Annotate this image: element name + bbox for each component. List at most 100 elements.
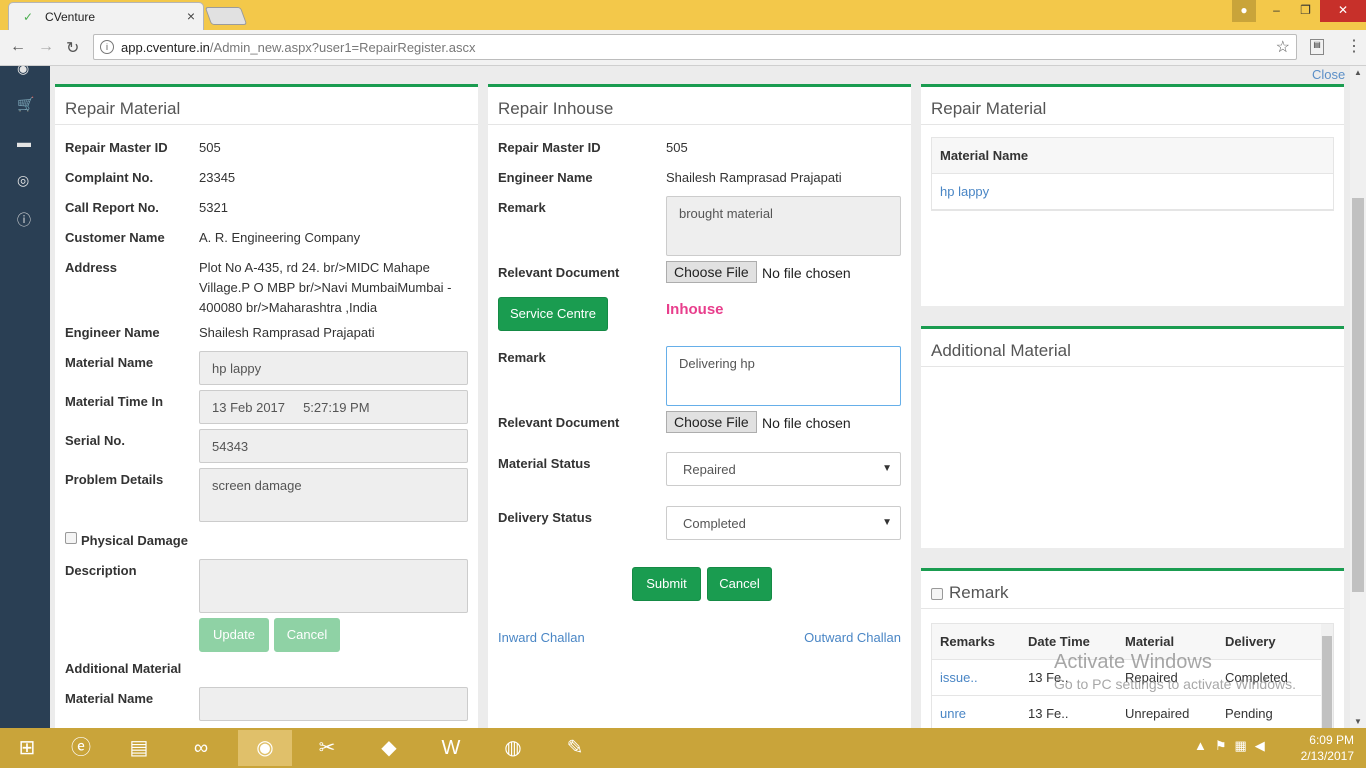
problem-details-label: Problem Details bbox=[65, 472, 164, 487]
customer-name-label: Customer Name bbox=[65, 230, 165, 245]
clock[interactable]: 6:09 PM 2/13/2017 bbox=[1301, 732, 1354, 764]
choose-file-button[interactable]: Choose File bbox=[666, 261, 757, 283]
chrome-icon[interactable]: ◉ bbox=[238, 730, 292, 766]
tab-close-icon[interactable]: × bbox=[187, 8, 195, 24]
windows-start-icon[interactable]: ⊞ bbox=[0, 730, 54, 766]
firefox-icon[interactable]: ◍ bbox=[486, 730, 540, 766]
serial-no-field[interactable]: 54343 bbox=[199, 429, 468, 463]
sidebar-cart-icon[interactable]: 🛒 bbox=[17, 96, 34, 113]
engineer-name-value: Shailesh Ramprasad Prajapati bbox=[199, 325, 375, 340]
physical-damage-checkbox[interactable] bbox=[65, 532, 77, 544]
problem-details-field[interactable]: screen damage bbox=[199, 468, 468, 522]
choose-file2-button[interactable]: Choose File bbox=[666, 411, 757, 433]
description-label: Description bbox=[65, 563, 137, 578]
inward-challan-link[interactable]: Inward Challan bbox=[498, 630, 585, 645]
physical-damage-label: Physical Damage bbox=[81, 533, 188, 548]
site-favicon-icon: ✓ bbox=[23, 10, 34, 24]
file-explorer-icon[interactable]: ▤ bbox=[112, 730, 166, 766]
repair-material-panel: Repair Material Repair Master ID 505 Com… bbox=[55, 84, 478, 728]
outward-challan-link[interactable]: Outward Challan bbox=[804, 630, 901, 645]
address-bar[interactable]: i app.cventure.in/Admin_new.aspx?user1=R… bbox=[93, 34, 1297, 60]
engineer-name-label: Engineer Name bbox=[65, 325, 160, 340]
material-name2-field[interactable] bbox=[199, 687, 468, 721]
sticky-notes-icon[interactable]: ◆ bbox=[362, 730, 416, 766]
material-link[interactable]: hp lappy bbox=[940, 184, 989, 199]
material-status-select[interactable]: Repaired ▼ bbox=[666, 452, 901, 486]
relevant-document-label: Relevant Document bbox=[498, 265, 620, 280]
remark2-label: Remark bbox=[498, 350, 546, 365]
clock-date: 2/13/2017 bbox=[1300, 749, 1354, 763]
update-button[interactable]: Update bbox=[199, 618, 269, 652]
page-scrollbar-thumb[interactable] bbox=[1352, 198, 1364, 592]
panel-title: Remark bbox=[921, 571, 1344, 609]
scroll-down-icon[interactable]: ▼ bbox=[1354, 717, 1362, 726]
repair-inhouse-panel: Repair Inhouse Repair Master ID 505 Engi… bbox=[488, 84, 911, 728]
material-name2-label: Material Name bbox=[65, 691, 154, 706]
complaint-no-value: 23345 bbox=[199, 170, 236, 185]
site-info-icon[interactable]: i bbox=[100, 40, 114, 54]
address-label: Address bbox=[65, 260, 118, 275]
scroll-up-icon[interactable]: ▲ bbox=[1354, 68, 1362, 77]
remark2-field[interactable]: Delivering hp bbox=[666, 346, 901, 406]
panel-title: Repair Material bbox=[921, 87, 1344, 125]
extension-icon[interactable]: ▤ bbox=[1310, 39, 1324, 55]
remark-checkbox[interactable] bbox=[931, 588, 943, 600]
new-tab-button[interactable] bbox=[204, 7, 248, 25]
tools-icon[interactable]: ✂ bbox=[300, 730, 354, 766]
reload-icon[interactable]: ↻ bbox=[66, 38, 79, 58]
bookmark-star-icon[interactable]: ☆ bbox=[1276, 37, 1290, 57]
internet-explorer-icon[interactable]: ⓔ bbox=[54, 730, 108, 766]
windows-taskbar: ⊞ ⓔ ▤ ∞ ◉ ✂ ◆ W ◍ ✎ ▲⚑▦◀ 6:09 PM 2/13/20… bbox=[0, 728, 1366, 768]
table-scrollbar-thumb[interactable] bbox=[1322, 636, 1332, 728]
sidebar: ◉ 🛒 ▬ ◎ ⓘ bbox=[0, 66, 50, 728]
browser-titlebar: ✓ CVenture × ● – ❐ ✕ bbox=[0, 0, 1366, 30]
remark-link[interactable]: unre bbox=[940, 706, 966, 721]
sidebar-support-icon[interactable]: ◎ bbox=[17, 172, 29, 189]
delivery-status-select[interactable]: Completed ▼ bbox=[666, 506, 901, 540]
left-cancel-button[interactable]: Cancel bbox=[274, 618, 340, 652]
address-line3: 400080 br/>Maharashtra ,India bbox=[199, 300, 378, 315]
forward-icon[interactable]: → bbox=[38, 38, 54, 56]
paint-icon[interactable]: ✎ bbox=[548, 730, 602, 766]
material-name-field[interactable]: hp lappy bbox=[199, 351, 468, 385]
remark-link[interactable]: issue.. bbox=[940, 670, 978, 685]
remark-field[interactable]: brought material bbox=[666, 196, 901, 256]
description-field[interactable] bbox=[199, 559, 468, 613]
activate-windows-watermark: Activate Windows bbox=[1054, 651, 1212, 673]
repair-master-id-label: Repair Master ID bbox=[65, 140, 168, 155]
submit-button[interactable]: Submit bbox=[632, 567, 701, 601]
repair-master-id-value: 505 bbox=[666, 140, 688, 155]
page-scrollbar[interactable]: ▲ ▼ bbox=[1350, 66, 1366, 728]
table-row: unre 13 Fe.. Unrepaired Pending bbox=[932, 695, 1333, 728]
window-controls: ● – ❐ ✕ bbox=[1232, 0, 1366, 22]
material-name-header: Material Name bbox=[932, 138, 1333, 174]
table-scrollbar[interactable] bbox=[1321, 624, 1333, 728]
call-report-no-label: Call Report No. bbox=[65, 200, 159, 215]
date-time-cell: 13 Fe.. bbox=[1020, 695, 1117, 728]
activate-windows-subtext: Go to PC settings to activate Windows. bbox=[1054, 676, 1296, 692]
material-status-value: Repaired bbox=[683, 462, 736, 477]
cancel-button[interactable]: Cancel bbox=[707, 567, 772, 601]
close-link[interactable]: Close bbox=[1312, 67, 1345, 82]
system-tray-icons[interactable]: ▲⚑▦◀ bbox=[1194, 738, 1273, 754]
user-profile-icon[interactable]: ● bbox=[1232, 0, 1256, 22]
back-icon[interactable]: ← bbox=[10, 38, 26, 56]
minimize-icon[interactable]: – bbox=[1262, 0, 1291, 22]
engineer-name-label: Engineer Name bbox=[498, 170, 593, 185]
browser-menu-icon[interactable]: ⋮ bbox=[1346, 36, 1362, 56]
sidebar-card-icon[interactable]: ▬ bbox=[17, 134, 31, 150]
browser-tab[interactable]: ✓ CVenture × bbox=[8, 2, 204, 30]
material-table: Material Name hp lappy bbox=[931, 137, 1334, 211]
delivery-status-label: Delivery Status bbox=[498, 510, 592, 525]
service-centre-button[interactable]: Service Centre bbox=[498, 297, 608, 331]
repair-master-id-value: 505 bbox=[199, 140, 221, 155]
word-icon[interactable]: W bbox=[424, 730, 478, 766]
sidebar-gauge-icon[interactable]: ◉ bbox=[17, 66, 29, 77]
clock-time: 6:09 PM bbox=[1309, 733, 1354, 747]
window-close-icon[interactable]: ✕ bbox=[1320, 0, 1366, 22]
material-time-in-field[interactable]: 13 Feb 2017 5:27:19 PM bbox=[199, 390, 468, 424]
browser-toolbar: ← → ↻ i app.cventure.in/Admin_new.aspx?u… bbox=[0, 30, 1366, 66]
visual-studio-icon[interactable]: ∞ bbox=[174, 730, 228, 766]
sidebar-info-icon[interactable]: ⓘ bbox=[17, 210, 31, 230]
maximize-icon[interactable]: ❐ bbox=[1291, 0, 1320, 22]
